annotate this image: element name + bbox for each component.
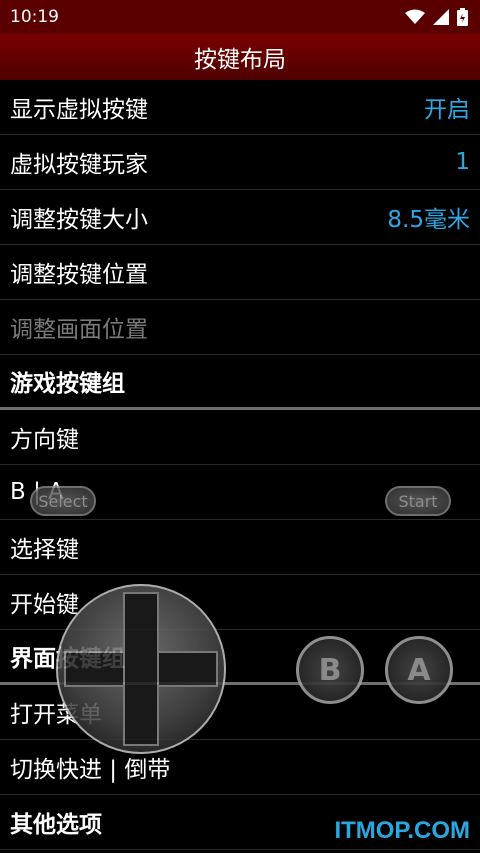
setting-value: 1 (455, 149, 470, 175)
setting-value: 开启 (424, 97, 470, 123)
settings-list: 显示虚拟按键 开启 虚拟按键玩家 1 调整按键大小 8.5毫米 调整按键位置 调… (0, 80, 480, 850)
setting-label: 调整画面位置 (10, 317, 148, 343)
setting-label: 调整按键大小 (10, 207, 148, 233)
battery-icon (457, 8, 468, 26)
item-label: 方向键 (10, 427, 79, 453)
setting-label: 调整按键位置 (10, 262, 148, 288)
setting-label: 显示虚拟按键 (10, 97, 148, 123)
item-label: B | A (10, 479, 64, 505)
setting-key-size[interactable]: 调整按键大小 8.5毫米 (0, 190, 480, 245)
page-title: 按键布局 (194, 47, 286, 73)
group-header-ui-keys: 界面按键组 (0, 630, 480, 685)
status-icons (405, 8, 468, 26)
setting-key-position[interactable]: 调整按键位置 (0, 245, 480, 300)
item-start-key[interactable]: 开始键 (0, 575, 480, 630)
setting-screen-position: 调整画面位置 (0, 300, 480, 355)
setting-show-virtual-keys[interactable]: 显示虚拟按键 开启 (0, 80, 480, 135)
setting-value: 8.5毫米 (387, 207, 470, 233)
item-label: 选择键 (10, 537, 79, 563)
setting-label: 虚拟按键玩家 (10, 152, 148, 178)
app-title-bar: 按键布局 (0, 34, 480, 80)
status-bar: 10:19 (0, 0, 480, 34)
item-label: 切换快进 | 倒带 (10, 757, 171, 783)
item-label: 打开菜单 (10, 702, 102, 728)
item-fast-forward-rewind[interactable]: 切换快进 | 倒带 (0, 740, 480, 795)
setting-virtual-key-player[interactable]: 虚拟按键玩家 1 (0, 135, 480, 190)
group-header-game-keys: 游戏按键组 (0, 355, 480, 410)
group-label: 其他选项 (10, 812, 102, 838)
group-label: 游戏按键组 (10, 371, 125, 397)
watermark: ITMOP.COM (334, 817, 470, 844)
item-b-a[interactable]: B | A (0, 465, 480, 520)
item-dpad[interactable]: 方向键 (0, 410, 480, 465)
wifi-icon (405, 9, 425, 24)
signal-icon (433, 9, 449, 25)
item-select-key[interactable]: 选择键 (0, 520, 480, 575)
item-open-menu[interactable]: 打开菜单 (0, 685, 480, 740)
item-label: 开始键 (10, 592, 79, 618)
status-time: 10:19 (10, 7, 59, 27)
group-label: 界面按键组 (10, 646, 125, 672)
